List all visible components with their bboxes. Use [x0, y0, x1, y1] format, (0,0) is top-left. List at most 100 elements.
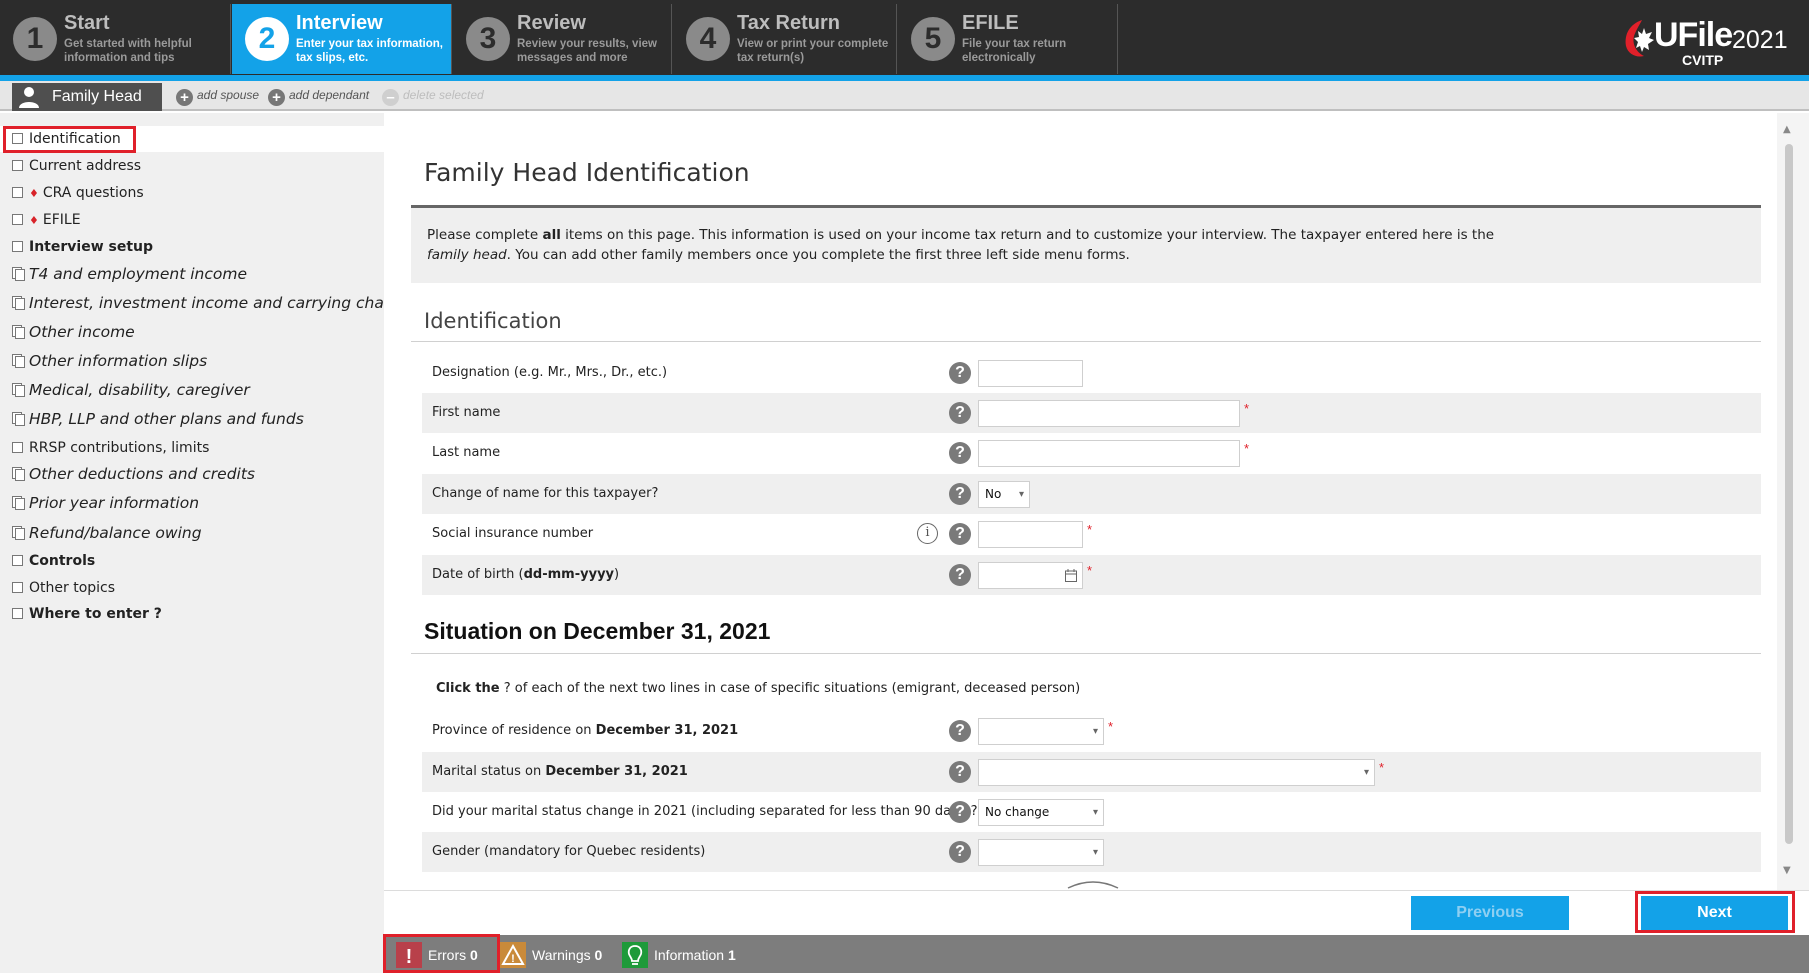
- required-marker: *: [1244, 401, 1250, 416]
- delete-selected-button[interactable]: – delete selected: [382, 88, 484, 106]
- ufile-logo: UFile 2021 CVITP: [1620, 14, 1800, 68]
- step-number: 3: [466, 17, 510, 61]
- step-title: Tax Return: [737, 12, 840, 34]
- help-icon[interactable]: ?: [949, 761, 971, 783]
- required-marker: *: [1379, 760, 1385, 775]
- warning-icon: !: [500, 942, 526, 968]
- date-of-birth-label: Date of birth (dd-mm-yyyy): [432, 567, 619, 582]
- intro-text-bold: all: [542, 227, 561, 243]
- family-head-tab[interactable]: Family Head: [12, 83, 162, 111]
- step-description: Review your results, view messages and m…: [517, 38, 657, 64]
- help-icon[interactable]: ?: [949, 523, 971, 545]
- sin-input[interactable]: [978, 521, 1083, 548]
- plus-icon: +: [268, 89, 285, 106]
- step-title: Interview: [296, 12, 383, 34]
- page-title: Family Head Identification: [424, 158, 750, 187]
- marital-change-select[interactable]: No change: [978, 799, 1104, 826]
- section-heading-identification: Identification: [424, 309, 562, 333]
- sidebar-item-current-address[interactable]: Current address: [12, 158, 141, 174]
- scroll-up-chevron-icon[interactable]: [1067, 879, 1119, 889]
- help-icon[interactable]: ?: [949, 841, 971, 863]
- sidebar-item-other-information-slips[interactable]: Other information slips: [12, 352, 207, 370]
- scrollbar-thumb[interactable]: [1785, 144, 1793, 844]
- date-of-birth-input[interactable]: [978, 562, 1083, 589]
- intro-text-part: . You can add other family members once …: [506, 247, 1130, 263]
- warnings-status[interactable]: ! Warnings 0: [500, 935, 603, 973]
- help-icon[interactable]: ?: [949, 720, 971, 742]
- sidebar-item-label: Where to enter ?: [29, 606, 162, 622]
- sidebar-item-refund-balance[interactable]: Refund/balance owing: [12, 524, 202, 542]
- info-icon[interactable]: i: [917, 523, 938, 544]
- change-of-name-label: Change of name for this taxpayer?: [432, 486, 659, 501]
- province-label: Province of residence on December 31, 20…: [432, 723, 738, 738]
- change-of-name-select[interactable]: No: [978, 481, 1030, 508]
- calendar-icon[interactable]: [1065, 569, 1077, 582]
- sidebar-item-where-to-enter[interactable]: Where to enter ?: [12, 606, 162, 622]
- sidebar-item-prior-year[interactable]: Prior year information: [12, 494, 199, 512]
- information-status[interactable]: Information 1: [622, 935, 762, 973]
- family-head-label: Family Head: [52, 88, 142, 105]
- sidebar-item-hbp-llp[interactable]: HBP, LLP and other plans and funds: [12, 410, 304, 428]
- step-number: 4: [686, 17, 730, 61]
- step-start[interactable]: 1 Start Get started with helpful informa…: [0, 4, 231, 74]
- row-first-name: First name ? *: [422, 393, 1761, 433]
- last-name-input[interactable]: [978, 440, 1240, 467]
- help-icon[interactable]: ?: [949, 564, 971, 586]
- sidebar-item-other-topics[interactable]: Other topics: [12, 580, 115, 596]
- sidebar-item-other-deductions[interactable]: Other deductions and credits: [12, 465, 255, 483]
- sidebar-item-label: HBP, LLP and other plans and funds: [29, 410, 304, 428]
- help-icon[interactable]: ?: [949, 801, 971, 823]
- sidebar-item-t4-employment[interactable]: T4 and employment income: [12, 265, 247, 283]
- vertical-scrollbar[interactable]: [1777, 113, 1809, 890]
- add-dependant-button[interactable]: + add dependant: [268, 88, 369, 106]
- sidebar-item-interview-setup[interactable]: Interview setup: [12, 239, 153, 255]
- steps-bar: 1 Start Get started with helpful informa…: [0, 0, 1809, 75]
- sidebar-item-rrsp[interactable]: RRSP contributions, limits: [12, 440, 209, 456]
- required-marker: *: [1108, 719, 1114, 734]
- situation-note: Click the ? of each of the next two line…: [436, 681, 1080, 696]
- help-icon[interactable]: ?: [949, 402, 971, 424]
- designation-input[interactable]: [978, 360, 1083, 387]
- step-number: 2: [245, 17, 289, 61]
- documents-icon: [12, 325, 25, 339]
- help-icon[interactable]: ?: [949, 362, 971, 384]
- dob-label-part: Date of birth (: [432, 567, 524, 582]
- sidebar-item-interest-investment[interactable]: Interest, investment income and carrying…: [12, 294, 418, 312]
- gender-label: Gender (mandatory for Quebec residents): [432, 844, 706, 859]
- sidebar-item-cra-questions[interactable]: ♦ CRA questions: [12, 185, 144, 201]
- documents-icon: [12, 496, 25, 510]
- marital-status-label: Marital status on December 31, 2021: [432, 764, 688, 779]
- step-interview[interactable]: 2 Interview Enter your tax information, …: [232, 4, 452, 74]
- scroll-down-arrow-icon[interactable]: ▼: [1783, 865, 1791, 876]
- logo-year: 2021: [1732, 26, 1788, 54]
- scroll-up-arrow-icon[interactable]: ▲: [1783, 124, 1791, 135]
- documents-icon: [12, 296, 25, 310]
- step-efile[interactable]: 5 EFILE File your tax return electronica…: [898, 4, 1118, 74]
- checkbox-icon: [12, 442, 23, 453]
- add-spouse-button[interactable]: + add spouse: [176, 88, 259, 106]
- step-review[interactable]: 3 Review Review your results, view messa…: [453, 4, 672, 74]
- help-icon[interactable]: ?: [949, 483, 971, 505]
- sidebar-item-label: CRA questions: [42, 185, 144, 201]
- sidebar-item-controls[interactable]: Controls: [12, 553, 95, 569]
- sin-label: Social insurance number: [432, 526, 594, 541]
- section-divider: [411, 341, 1761, 342]
- add-dependant-label: add dependant: [289, 88, 370, 102]
- previous-button[interactable]: Previous: [1411, 896, 1569, 930]
- sidebar-item-other-income[interactable]: Other income: [12, 323, 135, 341]
- help-icon[interactable]: ?: [949, 442, 971, 464]
- marital-status-select[interactable]: [978, 759, 1375, 786]
- sidebar-item-efile[interactable]: ♦ EFILE: [12, 212, 81, 228]
- sidebar-item-medical-disability[interactable]: Medical, disability, caregiver: [12, 381, 250, 399]
- province-select[interactable]: [978, 718, 1104, 745]
- first-name-input[interactable]: [978, 400, 1240, 427]
- warnings-count: 0: [594, 947, 603, 963]
- svg-text:!: !: [511, 953, 515, 965]
- step-number: 1: [13, 17, 57, 61]
- row-gender: Gender (mandatory for Quebec residents) …: [422, 832, 1761, 872]
- designation-label: Designation (e.g. Mr., Mrs., Dr., etc.): [432, 365, 668, 380]
- warnings-label: Warnings: [532, 947, 591, 963]
- gender-select[interactable]: [978, 839, 1104, 866]
- minus-icon: –: [382, 89, 399, 106]
- step-tax-return[interactable]: 4 Tax Return View or print your complete…: [673, 4, 897, 74]
